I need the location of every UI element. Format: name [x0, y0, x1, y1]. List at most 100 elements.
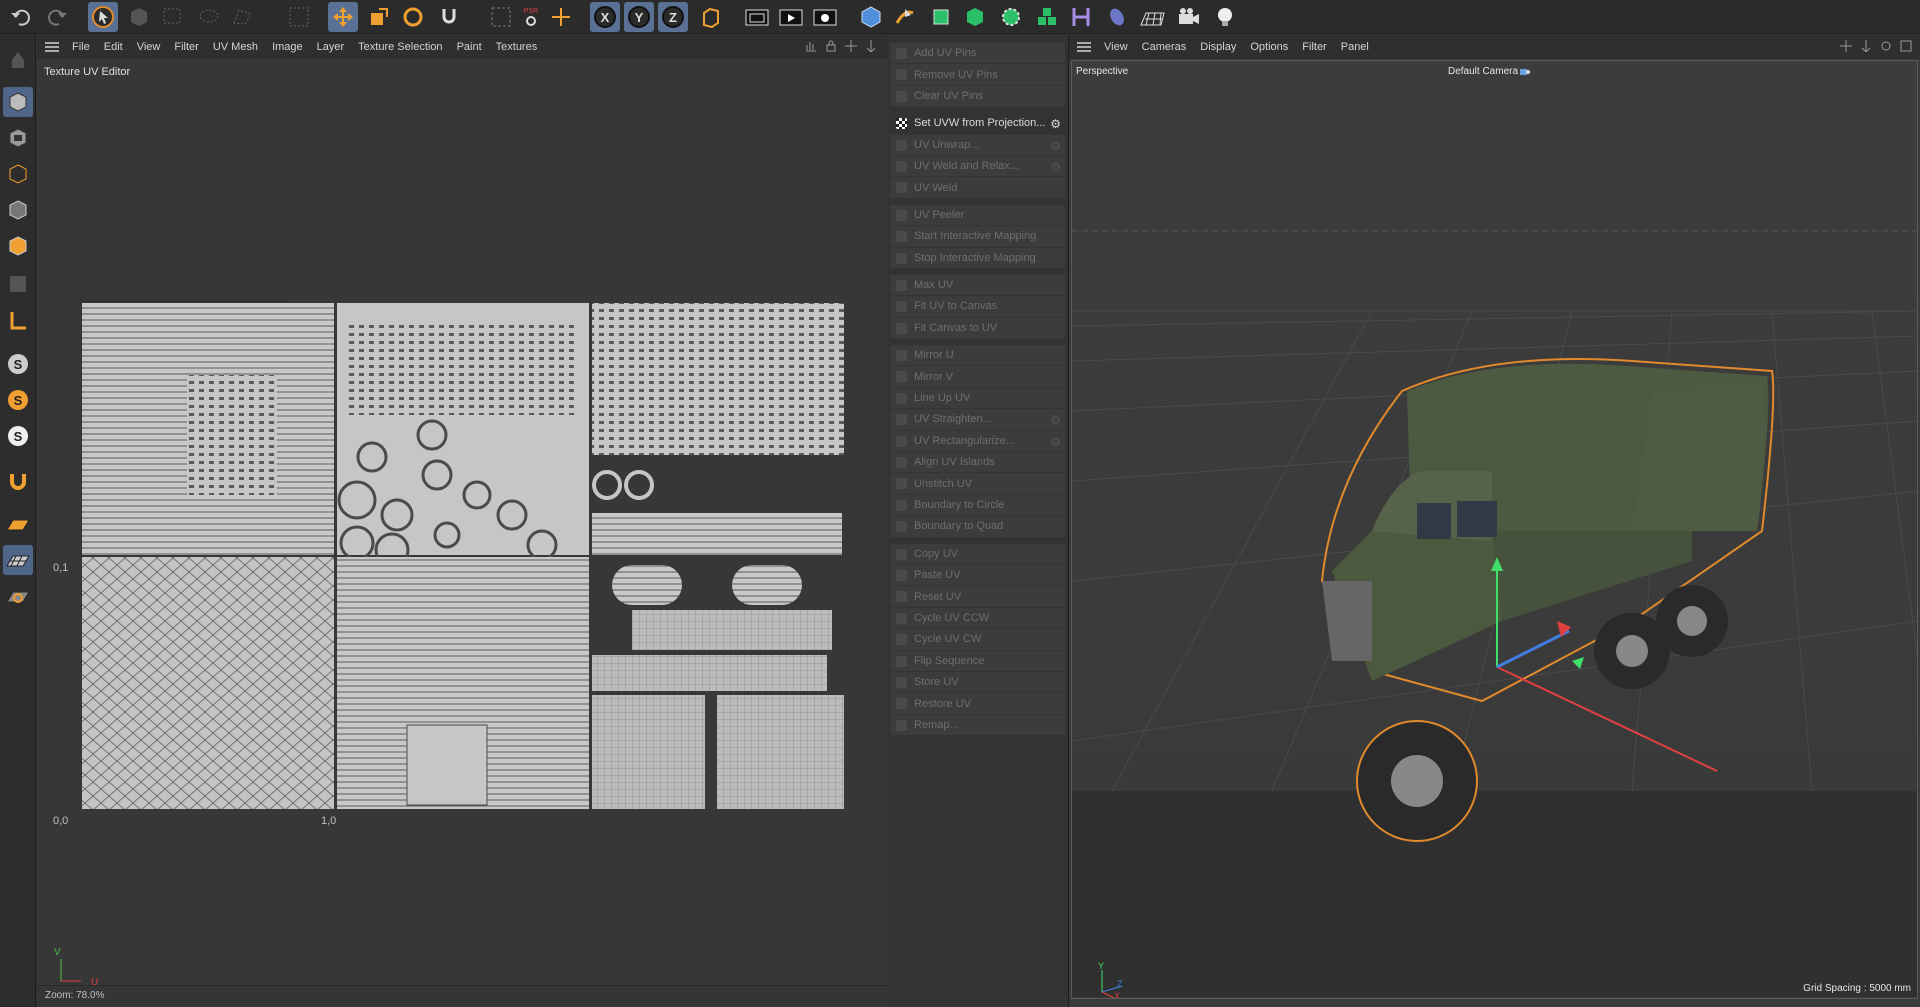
x-axis-icon[interactable]: X [590, 2, 620, 32]
camera-icon[interactable] [1174, 2, 1204, 32]
solo-single-icon[interactable]: S [3, 385, 33, 415]
command-item[interactable]: UV Weld [890, 177, 1065, 199]
gear-icon[interactable]: ⚙ [1050, 413, 1061, 427]
viewport-rotate-icon[interactable] [1880, 40, 1892, 52]
command-item[interactable]: Clear UV Pins [890, 85, 1065, 108]
command-item[interactable]: Cycle UV CCW [890, 607, 1065, 630]
subdivision-icon[interactable] [926, 2, 956, 32]
pan-icon[interactable] [845, 40, 857, 52]
menu-view[interactable]: View [130, 41, 168, 53]
plus-move-icon[interactable] [546, 2, 576, 32]
command-item[interactable]: Remap... [890, 714, 1065, 737]
command-item[interactable]: Unstitch UV [890, 473, 1065, 495]
workplane-icon[interactable] [3, 509, 33, 539]
histogram-icon[interactable] [805, 40, 817, 52]
select-rect-icon[interactable] [158, 2, 188, 32]
command-item[interactable]: Add UV Pins [890, 43, 1065, 65]
extrude-icon[interactable] [960, 2, 990, 32]
undo-icon[interactable] [6, 2, 36, 32]
command-item[interactable]: Line Up UV [890, 387, 1065, 410]
select-poly-icon[interactable] [228, 2, 258, 32]
texture-mode-icon[interactable] [3, 123, 33, 153]
snap-magnet-icon[interactable] [3, 465, 33, 495]
menu-filter[interactable]: Filter [167, 41, 205, 53]
menu-layer[interactable]: Layer [310, 41, 352, 53]
viewport-dolly-icon[interactable] [1860, 40, 1872, 52]
command-item[interactable]: Store UV [890, 671, 1065, 694]
command-item[interactable]: Reset UV [890, 586, 1065, 608]
cube-ghost-icon[interactable] [124, 2, 154, 32]
cubes-icon[interactable] [1032, 2, 1062, 32]
floor-grid-icon[interactable] [1138, 2, 1168, 32]
viewport-canvas[interactable]: Perspective Default Camera Y Z X Grid Sp… [1071, 60, 1918, 999]
command-item[interactable]: Fit Canvas to UV [890, 317, 1065, 340]
checker-icon[interactable] [486, 2, 516, 32]
command-item[interactable]: Align UV Islands [890, 452, 1065, 474]
menu-image[interactable]: Image [265, 41, 310, 53]
light-bulb-icon[interactable] [1210, 2, 1240, 32]
command-item[interactable]: UV Unwrap... ⚙ [890, 134, 1065, 156]
menu-texture-selection[interactable]: Texture Selection [351, 41, 449, 53]
redo-icon[interactable] [42, 2, 72, 32]
menu-textures[interactable]: Textures [489, 41, 545, 53]
command-item[interactable]: Flip Sequence [890, 650, 1065, 672]
command-item[interactable]: Copy UV [890, 543, 1065, 565]
select-lasso-icon[interactable] [194, 2, 224, 32]
move-icon[interactable] [328, 2, 358, 32]
lock-icon[interactable] [825, 40, 837, 52]
viewport-maximize-icon[interactable] [1900, 40, 1912, 52]
command-item[interactable]: UV Peeler [890, 204, 1065, 227]
viewport-menu-panel[interactable]: Panel [1334, 41, 1376, 53]
command-item[interactable]: UV Rectangularize... ⚙ [890, 430, 1065, 453]
command-item[interactable]: Mirror V [890, 366, 1065, 388]
solo-hierarchy-icon[interactable]: S [3, 421, 33, 451]
command-item[interactable]: Boundary to Quad [890, 516, 1065, 538]
object-mode-icon[interactable] [3, 87, 33, 117]
viewport-menu-view[interactable]: View [1097, 41, 1135, 53]
rotate-icon[interactable] [398, 2, 428, 32]
solo-off-icon[interactable]: S [3, 349, 33, 379]
scale-icon[interactable] [364, 2, 394, 32]
zoom-icon[interactable] [865, 40, 877, 52]
command-item[interactable]: Start Interactive Mapping [890, 226, 1065, 248]
psr-icon[interactable]: PSR [516, 2, 546, 32]
command-item[interactable]: Set UVW from Projection... ⚙ [890, 113, 1065, 135]
hamburger-menu-icon[interactable] [45, 42, 59, 52]
viewport-menu-cameras[interactable]: Cameras [1135, 41, 1194, 53]
command-item[interactable]: Cycle UV CW [890, 629, 1065, 651]
command-item[interactable]: UV Straighten... ⚙ [890, 409, 1065, 431]
command-item[interactable]: UV Weld and Relax... ⚙ [890, 155, 1065, 178]
select-live-icon[interactable] [284, 2, 314, 32]
command-item[interactable]: Paste UV [890, 564, 1065, 587]
menu-paint[interactable]: Paint [450, 41, 489, 53]
axis-mode-icon[interactable] [3, 305, 33, 335]
y-axis-icon[interactable]: Y [624, 2, 654, 32]
uv-canvas[interactable]: 0,1 0,0 1,0 V U [37, 75, 887, 988]
uv-points-icon[interactable] [3, 269, 33, 299]
spline-bend-icon[interactable] [1066, 2, 1096, 32]
menu-uv-mesh[interactable]: UV Mesh [206, 41, 265, 53]
z-axis-icon[interactable]: Z [658, 2, 688, 32]
pen-icon[interactable] [890, 2, 920, 32]
locked-workplane-icon[interactable] [3, 581, 33, 611]
viewport-hamburger-icon[interactable] [1077, 42, 1091, 52]
viewport-menu-display[interactable]: Display [1193, 41, 1243, 53]
command-item[interactable]: Stop Interactive Mapping [890, 247, 1065, 269]
model-mode-icon[interactable] [3, 45, 33, 75]
menu-file[interactable]: File [65, 41, 97, 53]
points-mode-icon[interactable] [3, 159, 33, 189]
viewport-menu-filter[interactable]: Filter [1295, 41, 1333, 53]
render-view-icon[interactable] [776, 2, 806, 32]
viewport-menu-options[interactable]: Options [1243, 41, 1295, 53]
render-settings-icon[interactable] [810, 2, 840, 32]
gear-icon[interactable]: ⚙ [1050, 160, 1061, 174]
tag-icon[interactable] [1102, 2, 1132, 32]
deformer-gear-icon[interactable] [996, 2, 1026, 32]
grid-plane-icon[interactable] [3, 545, 33, 575]
command-item[interactable]: Max UV [890, 274, 1065, 297]
gear-icon[interactable]: ⚙ [1050, 139, 1061, 153]
command-item[interactable]: Remove UV Pins [890, 64, 1065, 86]
snap-icon[interactable] [434, 2, 464, 32]
gear-icon[interactable]: ⚙ [1050, 117, 1061, 131]
command-item[interactable]: Boundary to Circle [890, 494, 1065, 517]
